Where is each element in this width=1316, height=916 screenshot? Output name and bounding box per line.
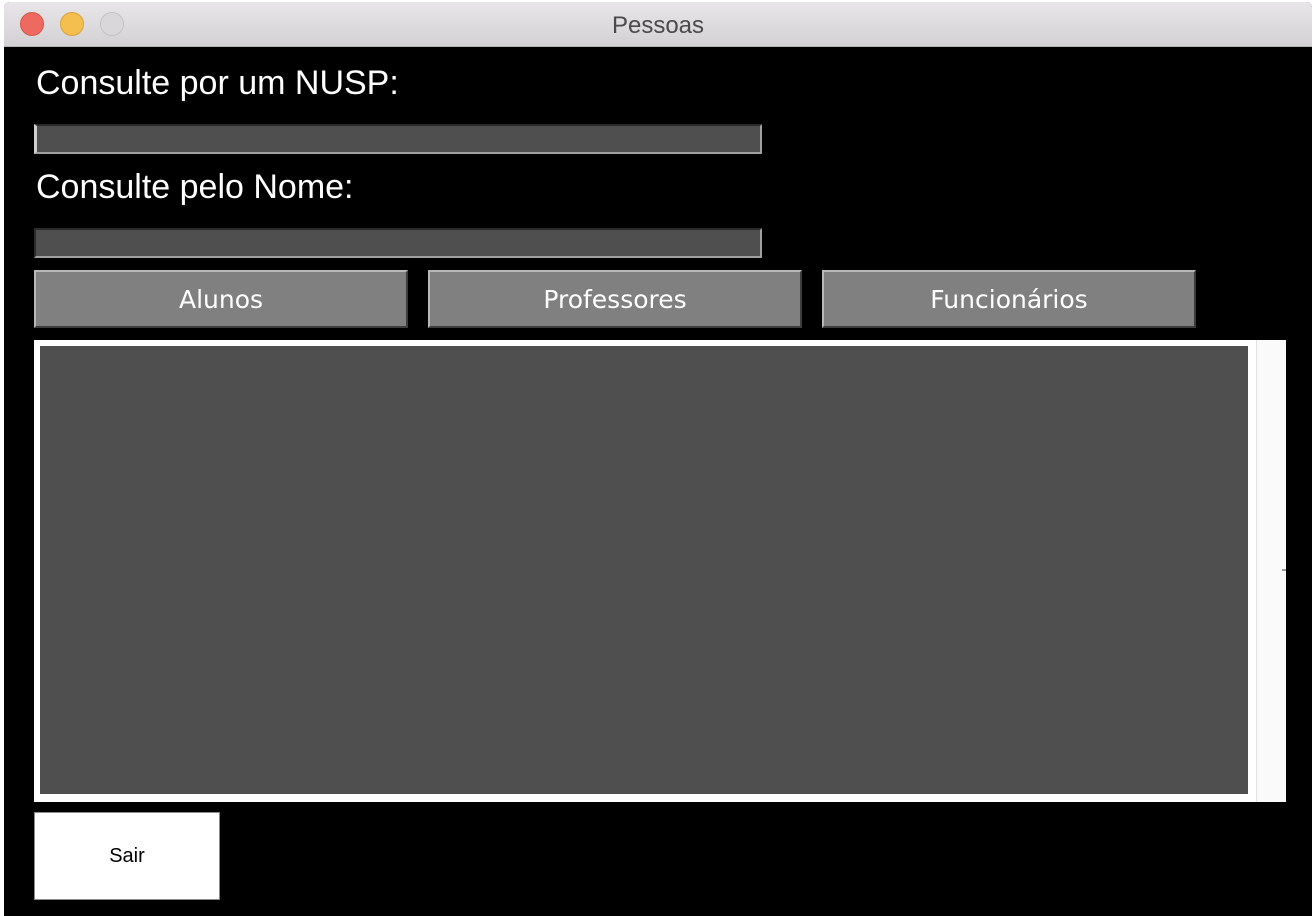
nome-input[interactable]	[34, 228, 762, 258]
nusp-input[interactable]	[34, 124, 762, 154]
nome-label: Consulte pelo Nome:	[36, 168, 354, 206]
nusp-label: Consulte por um NUSP:	[36, 64, 399, 102]
results-list-frame	[34, 340, 1286, 802]
results-listbox[interactable]	[40, 346, 1248, 794]
title-bar[interactable]: Pessoas	[4, 2, 1312, 47]
scrollbar-marker	[1282, 569, 1286, 571]
sair-button[interactable]: Sair	[34, 812, 220, 900]
app-window: Pessoas Consulte por um NUSP: Consulte p…	[4, 2, 1312, 916]
funcionarios-button[interactable]: Funcionários	[822, 270, 1196, 328]
alunos-button[interactable]: Alunos	[34, 270, 408, 328]
window-title: Pessoas	[611, 12, 705, 39]
results-scrollbar[interactable]	[1256, 340, 1286, 802]
professores-button[interactable]: Professores	[428, 270, 802, 328]
